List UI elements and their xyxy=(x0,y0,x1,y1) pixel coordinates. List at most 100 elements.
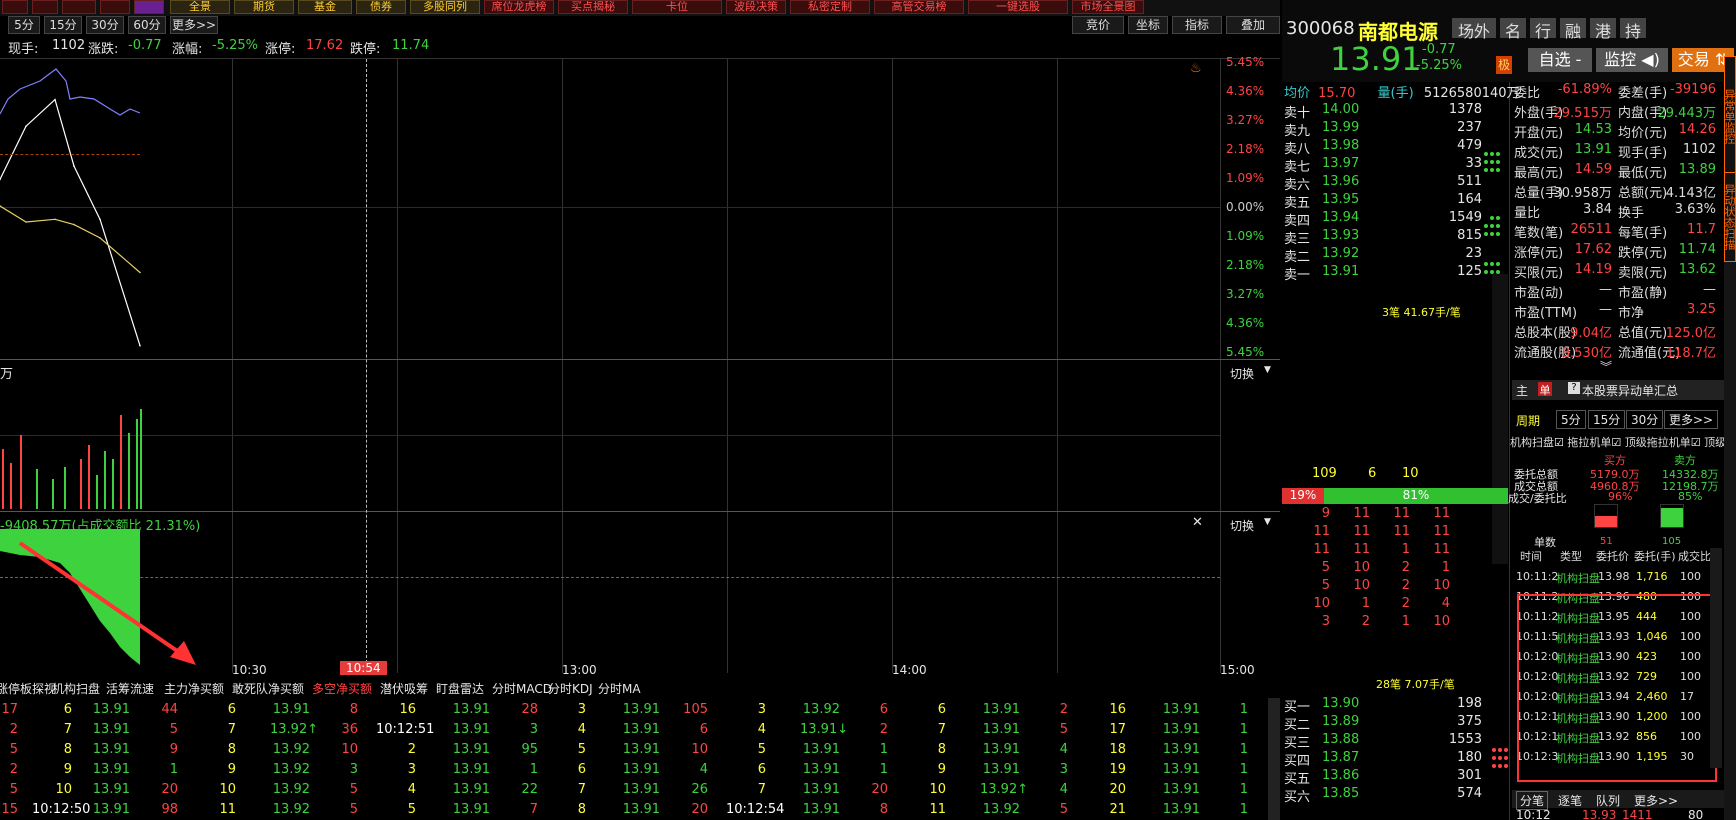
tab-more[interactable]: 更多>> xyxy=(170,16,218,34)
toolbar-multi[interactable]: 多股同列 xyxy=(410,0,480,14)
ind-tab-6[interactable]: 潜伏吸筹 xyxy=(380,680,428,697)
toolbar-select[interactable]: 一键选股 xyxy=(968,0,1068,14)
chevron-down-icon-2[interactable]: ▼ xyxy=(1264,517,1271,527)
watchlist-button[interactable]: 自选 - xyxy=(1528,48,1592,72)
scan-tab-3[interactable]: 顶级 xyxy=(1704,436,1726,449)
period-more[interactable]: 更多>> xyxy=(1664,410,1719,429)
tick-cell: 1 xyxy=(1239,702,1248,717)
toolbar-quanjing[interactable]: 全景 xyxy=(170,0,230,14)
point-price_pct-4 xyxy=(99,218,101,221)
bottom-vol: 1411 xyxy=(1622,808,1653,820)
ind-tab-1[interactable]: 机构扫盘 xyxy=(52,680,100,697)
tab-each[interactable]: 逐笔 xyxy=(1558,792,1582,809)
toolbar-seat[interactable]: 席位龙虎榜 xyxy=(484,0,554,14)
toolbar-buypoint[interactable]: 买点揭秘 xyxy=(558,0,628,14)
ind-tab-10[interactable]: 分时MA xyxy=(598,680,641,697)
chevron-down-icon[interactable]: ▼ xyxy=(1264,365,1271,375)
ind-tab-9[interactable]: 分时KDJ xyxy=(548,680,593,697)
queue-cell: 2 xyxy=(1401,596,1410,611)
flow-switch[interactable]: 切换 xyxy=(1230,517,1254,534)
help-icon[interactable]: ? xyxy=(1568,382,1580,394)
toolbar-btn-3[interactable] xyxy=(100,0,130,14)
price-axis-label: 4.36% xyxy=(1226,84,1265,98)
tick-cell: 10 xyxy=(929,782,946,797)
volume-switch[interactable]: 切换 xyxy=(1230,365,1254,382)
menu-axis[interactable]: 坐标 xyxy=(1128,16,1168,34)
period-5[interactable]: 5分 xyxy=(1556,410,1586,429)
toolbar-kawei[interactable]: 卡位 xyxy=(632,0,722,14)
tag-otc[interactable]: 场外 xyxy=(1452,18,1496,41)
tab-5min[interactable]: 5分 xyxy=(8,16,40,34)
ind-tab-0[interactable]: 涨停板探视 xyxy=(0,680,56,697)
trade-cell: 13.98 xyxy=(1598,570,1630,583)
side-scrollbar[interactable] xyxy=(1724,262,1736,820)
queue-cell: 11 xyxy=(1393,506,1410,521)
ind-tab-5[interactable]: 多空净买额 xyxy=(312,680,372,697)
tag-hold[interactable]: 持 xyxy=(1620,18,1646,41)
toolbar-bond[interactable]: 债券 xyxy=(356,0,406,14)
period-30[interactable]: 30分 xyxy=(1626,410,1664,429)
tab-bottom-more[interactable]: 更多>> xyxy=(1634,792,1678,809)
menu-auction[interactable]: 竞价 xyxy=(1072,16,1124,34)
ind-tab-8[interactable]: 分时MACD xyxy=(492,680,552,697)
ind-tab-3[interactable]: 主力净买额 xyxy=(164,680,224,697)
ind-tab-4[interactable]: 敢死队净买额 xyxy=(232,680,304,697)
toolbar-wave[interactable]: 波段决策 xyxy=(726,0,786,14)
tab-30min[interactable]: 30分 xyxy=(86,16,124,34)
tick-cell: 8 xyxy=(937,742,946,757)
toolbar-exec[interactable]: 高管交易榜 xyxy=(874,0,964,14)
tab-60min[interactable]: 60分 xyxy=(128,16,166,34)
scan-tab-1[interactable]: 拖拉机单 xyxy=(1567,436,1611,449)
monitor-button[interactable]: 监控 ◀) xyxy=(1596,48,1668,72)
tab-15min[interactable]: 15分 xyxy=(44,16,82,34)
tick-cell: 13.91 xyxy=(622,702,660,717)
toolbar-futures[interactable]: 期货 xyxy=(234,0,294,14)
toolbar-btn-0[interactable] xyxy=(2,0,28,14)
tick-cell: 3 xyxy=(757,702,766,717)
queue-cell: 11 xyxy=(1353,506,1370,521)
ind-tab-7[interactable]: 盯盘雷达 xyxy=(436,680,484,697)
price-axis-label: 1.09% xyxy=(1226,229,1265,243)
menu-indicator[interactable]: 指标 xyxy=(1172,16,1222,34)
period-15[interactable]: 15分 xyxy=(1588,410,1626,429)
bottom-tick: 10:12 13.93 1411 80 xyxy=(1512,808,1724,820)
close-icon[interactable]: ✕ xyxy=(1192,515,1203,530)
bid-volume: 198 xyxy=(1457,696,1482,711)
tag-margin[interactable]: 融 xyxy=(1560,18,1586,41)
toolbar-btn-2[interactable] xyxy=(62,0,96,14)
side-scan[interactable]: 异动状态扫描 xyxy=(1723,172,1736,262)
tick-cell: 3 xyxy=(407,762,416,777)
ask-dots-icon xyxy=(1480,122,1510,282)
ask-price: 14.00 xyxy=(1322,102,1360,117)
ind-tab-2[interactable]: 活筹流速 xyxy=(106,680,154,697)
ask-count-0: 109 xyxy=(1312,466,1337,481)
tick-cell: 5 xyxy=(349,802,358,817)
toolbar-market[interactable]: 市场全景图 xyxy=(1072,0,1144,14)
toolbar-btn-1[interactable] xyxy=(32,0,58,14)
order-book: 均价 15.70 量(手) 5126580140万 卖十 14.00 1378 卖九 1… xyxy=(1282,82,1520,820)
trade-row: 10:11:2 机构扫盘 13.98 1,716 100 xyxy=(1512,570,1722,590)
scan-tab-2[interactable]: 顶级拖拉机单 xyxy=(1625,436,1691,449)
tab-queue[interactable]: 队列 xyxy=(1596,792,1620,809)
toolbar-btn-4[interactable] xyxy=(134,0,164,14)
tag-name[interactable]: 名 xyxy=(1500,18,1526,41)
toolbar-custom[interactable]: 私密定制 xyxy=(790,0,870,14)
side-monitor[interactable]: 异常单监控 xyxy=(1723,56,1736,176)
fire-icon[interactable]: ♨ xyxy=(1190,61,1202,76)
tab-single[interactable]: 单 xyxy=(1538,382,1552,397)
menu-overlay[interactable]: 叠加 xyxy=(1226,16,1280,34)
expand-icon[interactable]: ︾ xyxy=(1600,358,1612,375)
toolbar-fund[interactable]: 基金 xyxy=(298,0,352,14)
scan-tabs: 机构扫盘☑ 拖拉机单☑ 顶级拖拉机单☑ 顶级 xyxy=(1510,436,1727,449)
tag-hk[interactable]: 港 xyxy=(1590,18,1616,41)
tick-cell: 5 xyxy=(577,742,586,757)
ask-label: 卖四 xyxy=(1284,214,1311,229)
tab-main[interactable]: 主 xyxy=(1516,382,1528,399)
tag-industry[interactable]: 行 xyxy=(1530,18,1556,41)
bid-row: 买三 13.88 1553 xyxy=(1282,732,1512,751)
scan-tab-0[interactable]: 机构扫盘 xyxy=(1510,436,1554,449)
trade-scrollbar[interactable] xyxy=(1710,548,1722,768)
tick-scrollbar[interactable] xyxy=(1268,698,1280,820)
tick-cell: 17 xyxy=(1,702,18,717)
price-axis-label: 3.27% xyxy=(1226,113,1265,127)
